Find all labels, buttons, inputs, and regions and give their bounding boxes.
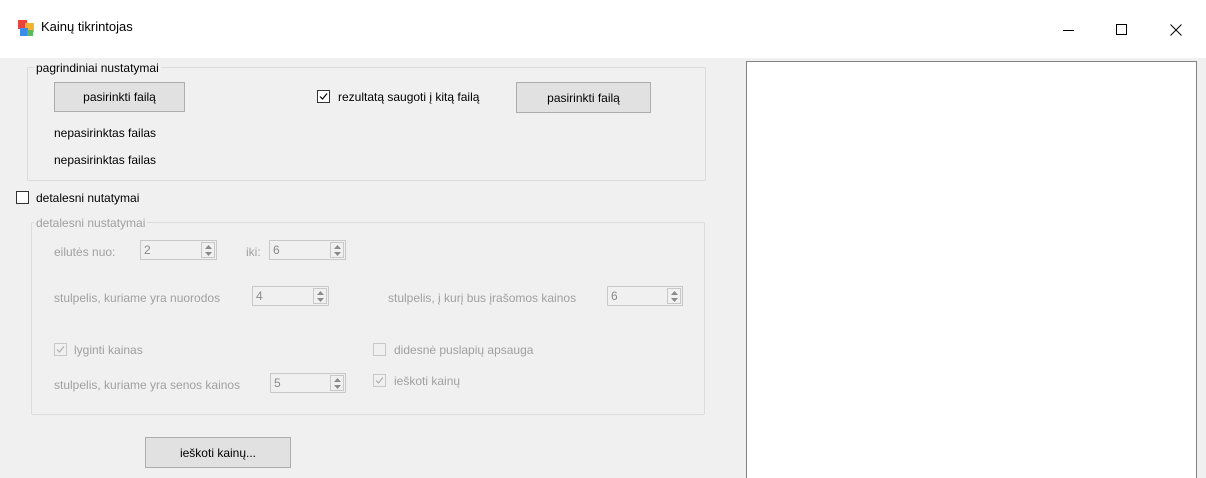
- compare-prices-label[interactable]: lyginti kainas: [74, 343, 143, 357]
- maximize-button[interactable]: [1099, 10, 1145, 50]
- detailed-settings-checkbox[interactable]: [16, 191, 29, 204]
- row-to-stepper[interactable]: 6: [269, 240, 346, 260]
- output-file-status: nepasirinktas failas: [54, 153, 157, 167]
- window-title: Kainų tikrintojas: [41, 19, 133, 34]
- save-to-other-file-label[interactable]: rezultatą saugoti į kitą failą: [338, 90, 479, 104]
- save-to-other-file-checkbox[interactable]: [317, 90, 330, 103]
- old-price-column-stepper[interactable]: 5: [270, 373, 346, 393]
- detailed-settings-label[interactable]: detalesni nutatymai: [36, 191, 139, 205]
- results-panel[interactable]: [746, 61, 1197, 478]
- row-to-label: iki:: [246, 245, 261, 259]
- write-column-value: 6: [611, 289, 618, 303]
- link-column-value: 4: [256, 289, 263, 303]
- checkmark-icon: [56, 346, 65, 353]
- spin-arrows-icon[interactable]: [201, 242, 215, 258]
- write-column-label: stulpelis, į kurį bus įrašomos kainos: [388, 291, 577, 305]
- row-to-value: 6: [273, 243, 280, 257]
- search-prices-checkbox[interactable]: [373, 374, 386, 387]
- spin-arrows-icon[interactable]: [330, 242, 344, 258]
- minimize-icon: [1063, 30, 1074, 31]
- detailed-settings-group-title: detalesni nustatymai: [34, 216, 148, 230]
- compare-prices-checkbox[interactable]: [54, 343, 67, 356]
- link-column-stepper[interactable]: 4: [252, 286, 329, 306]
- old-price-column-label: stulpelis, kuriame yra senos kainos: [54, 378, 241, 392]
- title-bar: Kainų tikrintojas: [0, 0, 1206, 58]
- maximize-icon: [1116, 24, 1127, 35]
- main-settings-group-title: pagrindiniai nustatymai: [34, 61, 161, 75]
- page-protection-label[interactable]: didesnė puslapių apsauga: [394, 343, 533, 357]
- close-icon: [1170, 24, 1182, 36]
- row-from-value: 2: [144, 243, 151, 257]
- minimize-button[interactable]: [1046, 10, 1092, 50]
- choose-input-file-button[interactable]: pasirinkti failą: [54, 82, 185, 112]
- write-column-stepper[interactable]: 6: [607, 286, 683, 306]
- close-button[interactable]: [1153, 10, 1199, 50]
- app-window-icon: [18, 20, 34, 36]
- row-from-label: eilutės nuo:: [54, 245, 116, 259]
- choose-output-file-button[interactable]: pasirinkti failą: [516, 82, 651, 113]
- spin-arrows-icon[interactable]: [667, 288, 681, 304]
- input-file-status: nepasirinktas failas: [54, 126, 157, 140]
- old-price-column-value: 5: [274, 376, 281, 390]
- row-from-stepper[interactable]: 2: [140, 240, 217, 260]
- link-column-label: stulpelis, kuriame yra nuorodos: [54, 291, 221, 305]
- spin-arrows-icon[interactable]: [313, 288, 327, 304]
- search-prices-button[interactable]: ieškoti kainų...: [145, 437, 291, 468]
- page-protection-checkbox[interactable]: [373, 343, 386, 356]
- search-prices-label[interactable]: ieškoti kainų: [394, 374, 460, 388]
- checkmark-icon: [375, 377, 384, 384]
- spin-arrows-icon[interactable]: [330, 375, 344, 391]
- checkmark-icon: [319, 93, 328, 100]
